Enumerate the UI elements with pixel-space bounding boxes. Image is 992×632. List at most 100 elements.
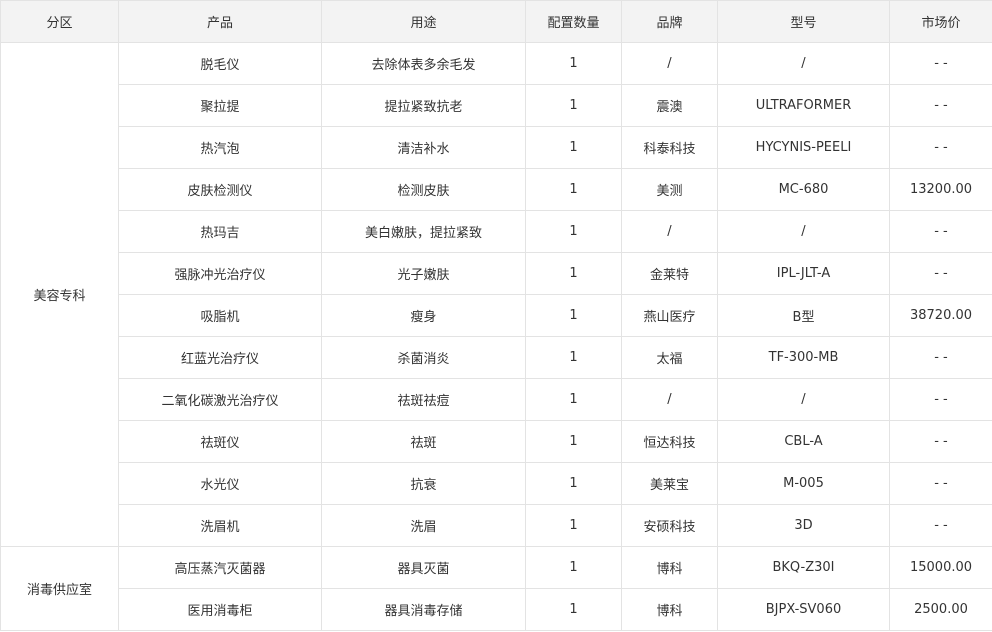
brand-cell: 美莱宝 bbox=[621, 462, 718, 505]
table-row: 强脉冲光治疗仪 光子嫩肤 1 金莱特 IPL-JLT-A - - bbox=[1, 252, 992, 295]
purpose-cell: 检测皮肤 bbox=[321, 168, 526, 211]
table-row: 热玛吉 美白嫩肤，提拉紧致 1// - - bbox=[1, 210, 992, 253]
table-row: 热汽泡 清洁补水 1 科泰科技 HYCYNIS-PEELI - - bbox=[1, 126, 992, 169]
quantity-cell: 1 bbox=[525, 126, 622, 169]
header-price: 市场价 bbox=[889, 0, 992, 43]
quantity-cell: 1 bbox=[525, 546, 622, 589]
product-cell: 热玛吉 bbox=[118, 210, 322, 253]
price-cell: - - bbox=[889, 210, 992, 253]
table-body: 美容专科 脱毛仪 去除体表多余毛发 1// - - 聚拉提 提拉紧致抗老 1 震澳 ULTRAFO… bbox=[0, 42, 992, 631]
table-row: 祛斑仪 祛斑 1 恒达科技 CBL-A - - bbox=[1, 420, 992, 463]
price-cell: - - bbox=[889, 126, 992, 169]
model-cell: TF-300-MB bbox=[717, 336, 890, 379]
price-cell: - - bbox=[889, 336, 992, 379]
zone-cell: 消毒供应室 bbox=[0, 546, 119, 631]
quantity-cell: 1 bbox=[525, 378, 622, 421]
quantity-cell: 1 bbox=[525, 336, 622, 379]
price-cell: 38720.00 bbox=[889, 294, 992, 337]
model-cell: BKQ-Z30I bbox=[717, 546, 890, 589]
product-cell: 聚拉提 bbox=[118, 84, 322, 127]
model-cell: 3D bbox=[717, 504, 890, 547]
header-row: 分区 产品 用途 配置数量 品牌 型号 市场价 bbox=[0, 0, 992, 43]
price-cell: - - bbox=[889, 252, 992, 295]
table-row: 洗眉机 洗眉 1 安硕科技 3D - - bbox=[1, 504, 992, 547]
brand-cell: 燕山医疗 bbox=[621, 294, 718, 337]
purpose-cell: 去除体表多余毛发 bbox=[321, 42, 526, 85]
model-cell: IPL-JLT-A bbox=[717, 252, 890, 295]
header-model: 型号 bbox=[717, 0, 890, 43]
price-cell: - - bbox=[889, 420, 992, 463]
quantity-cell: 1 bbox=[525, 84, 622, 127]
model-cell: ULTRAFORMER bbox=[717, 84, 890, 127]
model-cell: / bbox=[717, 378, 890, 421]
price-cell: - - bbox=[889, 42, 992, 85]
equipment-table: 分区 产品 用途 配置数量 品牌 型号 市场价 美容专科 脱毛仪 去除体表多余毛发 1… bbox=[0, 0, 992, 631]
price-cell: 15000.00 bbox=[889, 546, 992, 589]
quantity-cell: 1 bbox=[525, 210, 622, 253]
purpose-cell: 器具消毒存储 bbox=[321, 588, 526, 631]
purpose-cell: 清洁补水 bbox=[321, 126, 526, 169]
zone-cell: 美容专科 bbox=[0, 42, 119, 547]
price-cell: 2500.00 bbox=[889, 588, 992, 631]
table-row: 吸脂机 瘦身 1 燕山医疗 B型 38720.00 bbox=[1, 294, 992, 337]
table-row: 医用消毒柜 器具消毒存储 1 博科 BJPX-SV060 2500.00 bbox=[1, 588, 992, 631]
product-cell: 脱毛仪 bbox=[118, 42, 322, 85]
brand-cell: 太福 bbox=[621, 336, 718, 379]
product-cell: 皮肤检测仪 bbox=[118, 168, 322, 211]
brand-cell: / bbox=[621, 210, 718, 253]
quantity-cell: 1 bbox=[525, 252, 622, 295]
model-cell: HYCYNIS-PEELI bbox=[717, 126, 890, 169]
purpose-cell: 洗眉 bbox=[321, 504, 526, 547]
quantity-cell: 1 bbox=[525, 504, 622, 547]
price-cell: 13200.00 bbox=[889, 168, 992, 211]
price-cell: - - bbox=[889, 84, 992, 127]
model-cell: M-005 bbox=[717, 462, 890, 505]
product-cell: 热汽泡 bbox=[118, 126, 322, 169]
purpose-cell: 光子嫩肤 bbox=[321, 252, 526, 295]
product-cell: 强脉冲光治疗仪 bbox=[118, 252, 322, 295]
product-cell: 水光仪 bbox=[118, 462, 322, 505]
price-cell: - - bbox=[889, 378, 992, 421]
purpose-cell: 祛斑祛痘 bbox=[321, 378, 526, 421]
product-cell: 二氧化碳激光治疗仪 bbox=[118, 378, 322, 421]
brand-cell: 震澳 bbox=[621, 84, 718, 127]
purpose-cell: 器具灭菌 bbox=[321, 546, 526, 589]
brand-cell: / bbox=[621, 378, 718, 421]
header-brand: 品牌 bbox=[621, 0, 718, 43]
purpose-cell: 瘦身 bbox=[321, 294, 526, 337]
quantity-cell: 1 bbox=[525, 420, 622, 463]
brand-cell: 恒达科技 bbox=[621, 420, 718, 463]
table-row: 水光仪 抗衰 1 美莱宝 M-005- - bbox=[1, 462, 992, 505]
header-quantity: 配置数量 bbox=[525, 0, 622, 43]
brand-cell: 金莱特 bbox=[621, 252, 718, 295]
purpose-cell: 提拉紧致抗老 bbox=[321, 84, 526, 127]
purpose-cell: 抗衰 bbox=[321, 462, 526, 505]
model-cell: / bbox=[717, 210, 890, 253]
quantity-cell: 1 bbox=[525, 294, 622, 337]
price-cell: - - bbox=[889, 462, 992, 505]
model-cell: CBL-A bbox=[717, 420, 890, 463]
table-row: 二氧化碳激光治疗仪 祛斑祛痘 1// - - bbox=[1, 378, 992, 421]
model-cell: MC-680 bbox=[717, 168, 890, 211]
brand-cell: 博科 bbox=[621, 588, 718, 631]
brand-cell: 安硕科技 bbox=[621, 504, 718, 547]
quantity-cell: 1 bbox=[525, 462, 622, 505]
table-row: 消毒供应室 高压蒸汽灭菌器 器具灭菌 1 博科 BKQ-Z30I 15000.00 bbox=[0, 546, 992, 631]
quantity-cell: 1 bbox=[525, 42, 622, 85]
purpose-cell: 杀菌消炎 bbox=[321, 336, 526, 379]
model-cell: / bbox=[717, 42, 890, 85]
brand-cell: 美测 bbox=[621, 168, 718, 211]
product-cell: 医用消毒柜 bbox=[118, 588, 322, 631]
price-cell: - - bbox=[889, 504, 992, 547]
product-cell: 高压蒸汽灭菌器 bbox=[118, 546, 322, 589]
header-product: 产品 bbox=[118, 0, 322, 43]
purpose-cell: 祛斑 bbox=[321, 420, 526, 463]
model-cell: B型 bbox=[717, 294, 890, 337]
header-zone: 分区 bbox=[0, 0, 119, 43]
product-cell: 祛斑仪 bbox=[118, 420, 322, 463]
quantity-cell: 1 bbox=[525, 588, 622, 631]
product-cell: 红蓝光治疗仪 bbox=[118, 336, 322, 379]
brand-cell: 博科 bbox=[621, 546, 718, 589]
table-row: 聚拉提 提拉紧致抗老 1 震澳 ULTRAFORMER - - bbox=[1, 84, 992, 127]
product-cell: 洗眉机 bbox=[118, 504, 322, 547]
